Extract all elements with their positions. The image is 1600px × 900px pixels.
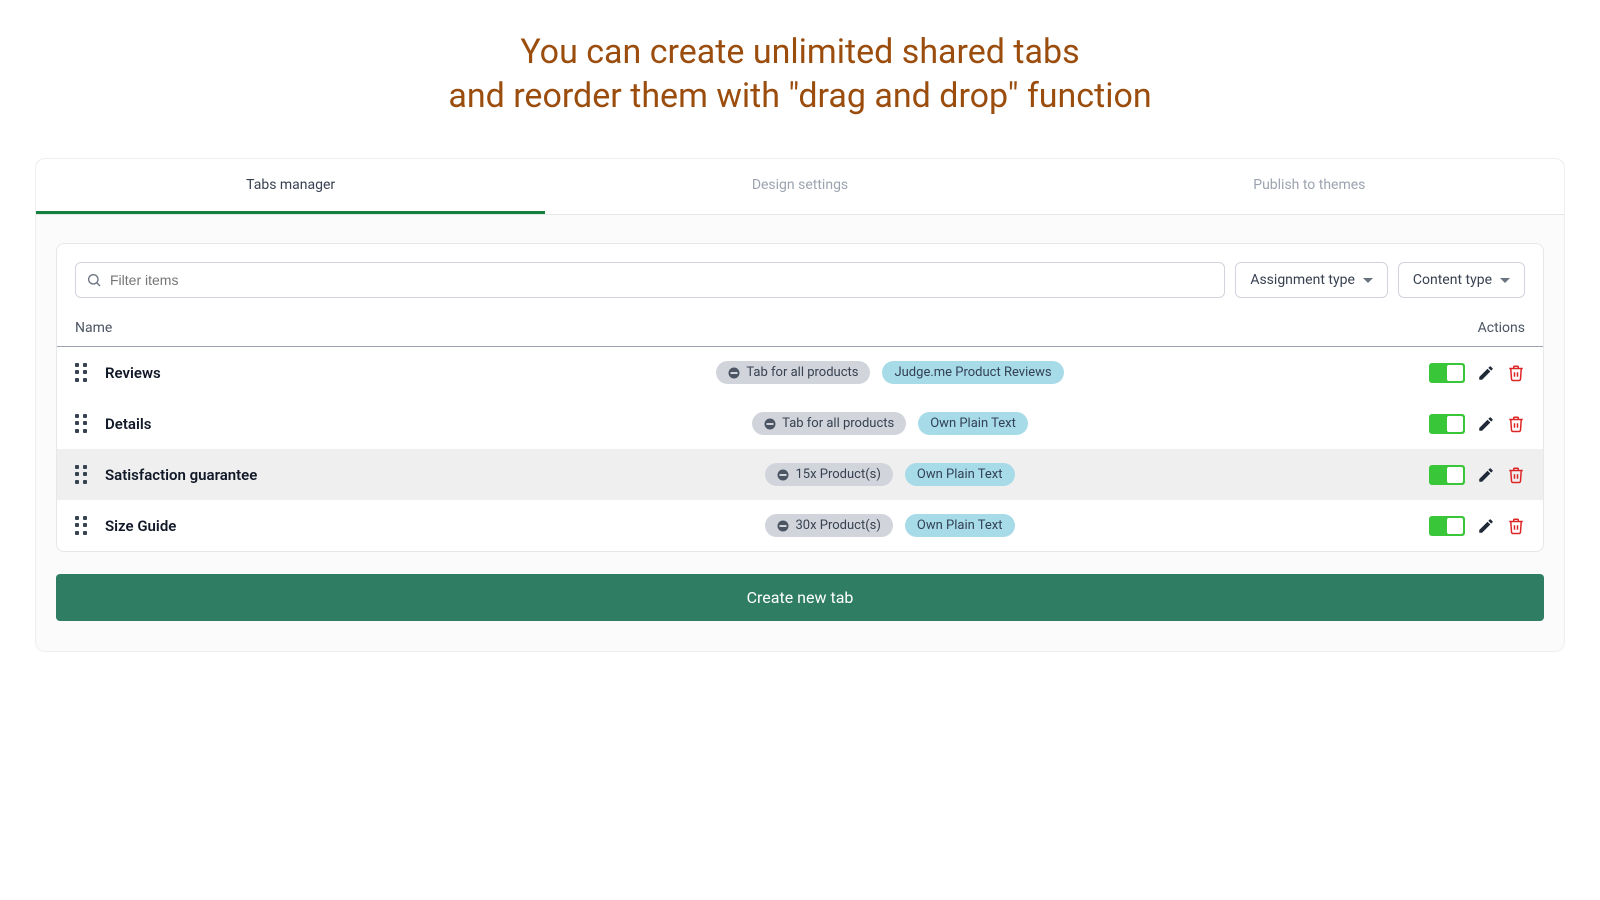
content-type-label: Content type [1413, 272, 1492, 288]
table-row: Satisfaction guarantee 15x Product(s) Ow… [57, 449, 1543, 500]
controls-row: Assignment type Content type [57, 244, 1543, 298]
caret-down-icon [1500, 278, 1510, 283]
table-row: Reviews Tab for all products Judge.me Pr… [57, 347, 1543, 398]
content-label: Judge.me Product Reviews [894, 365, 1051, 380]
pencil-icon [1477, 466, 1495, 484]
col-actions: Actions [1478, 320, 1525, 336]
row-name: Size Guide [105, 517, 365, 535]
assignment-type-dropdown[interactable]: Assignment type [1235, 262, 1388, 298]
tabbar: Tabs manager Design settings Publish to … [36, 159, 1564, 215]
row-actions [1415, 465, 1525, 485]
row-actions [1415, 414, 1525, 434]
drag-handle-icon[interactable] [75, 516, 89, 536]
content-pill: Own Plain Text [918, 412, 1028, 435]
pencil-icon [1477, 415, 1495, 433]
edit-button[interactable] [1477, 415, 1495, 433]
create-new-tab-button[interactable]: Create new tab [56, 574, 1544, 621]
tab-publish-to-themes[interactable]: Publish to themes [1055, 159, 1564, 214]
app-panel: Tabs manager Design settings Publish to … [35, 158, 1565, 652]
heading-line-1: You can create unlimited shared tabs [520, 32, 1079, 72]
content-pill: Judge.me Product Reviews [882, 361, 1063, 384]
row-tags: Tab for all products Judge.me Product Re… [381, 361, 1399, 384]
caret-down-icon [1363, 278, 1373, 283]
delete-button[interactable] [1507, 517, 1525, 535]
row-name: Satisfaction guarantee [105, 466, 365, 484]
row-tags: 15x Product(s) Own Plain Text [381, 463, 1399, 486]
trash-icon [1507, 466, 1525, 484]
assignment-label: 15x Product(s) [795, 467, 880, 482]
content-card: Assignment type Content type Name Action… [56, 243, 1544, 552]
assignment-label: Tab for all products [746, 365, 858, 380]
do-not-enter-icon [764, 418, 776, 430]
delete-button[interactable] [1507, 466, 1525, 484]
content-pill: Own Plain Text [905, 514, 1015, 537]
enable-toggle[interactable] [1429, 363, 1465, 383]
assignment-label: 30x Product(s) [795, 518, 880, 533]
assignment-type-label: Assignment type [1250, 272, 1355, 288]
pencil-icon [1477, 517, 1495, 535]
tab-tabs-manager[interactable]: Tabs manager [36, 159, 545, 214]
trash-icon [1507, 415, 1525, 433]
edit-button[interactable] [1477, 517, 1495, 535]
content-type-dropdown[interactable]: Content type [1398, 262, 1525, 298]
search-icon [86, 272, 102, 288]
row-name: Reviews [105, 364, 365, 382]
delete-button[interactable] [1507, 415, 1525, 433]
trash-icon [1507, 364, 1525, 382]
content-pill: Own Plain Text [905, 463, 1015, 486]
row-actions [1415, 516, 1525, 536]
assignment-pill: 15x Product(s) [765, 463, 892, 486]
enable-toggle[interactable] [1429, 465, 1465, 485]
do-not-enter-icon [777, 520, 789, 532]
page-heading: You can create unlimited shared tabs and… [0, 0, 1600, 158]
content-label: Own Plain Text [930, 416, 1016, 431]
table-row: Details Tab for all products Own Plain T… [57, 398, 1543, 449]
search-box[interactable] [75, 262, 1225, 298]
col-name: Name [75, 320, 112, 336]
trash-icon [1507, 517, 1525, 535]
table-header: Name Actions [57, 298, 1543, 347]
do-not-enter-icon [728, 367, 740, 379]
edit-button[interactable] [1477, 466, 1495, 484]
drag-handle-icon[interactable] [75, 465, 89, 485]
row-actions [1415, 363, 1525, 383]
edit-button[interactable] [1477, 364, 1495, 382]
table-row: Size Guide 30x Product(s) Own Plain Text [57, 500, 1543, 551]
heading-line-2: and reorder them with "drag and drop" fu… [448, 76, 1151, 116]
content-label: Own Plain Text [917, 467, 1003, 482]
drag-handle-icon[interactable] [75, 363, 89, 383]
do-not-enter-icon [777, 469, 789, 481]
enable-toggle[interactable] [1429, 516, 1465, 536]
search-input[interactable] [110, 272, 1214, 288]
row-tags: Tab for all products Own Plain Text [381, 412, 1399, 435]
assignment-pill: Tab for all products [752, 412, 906, 435]
drag-handle-icon[interactable] [75, 414, 89, 434]
row-name: Details [105, 415, 365, 433]
delete-button[interactable] [1507, 364, 1525, 382]
assignment-pill: 30x Product(s) [765, 514, 892, 537]
rows-list: Reviews Tab for all products Judge.me Pr… [57, 347, 1543, 551]
assignment-label: Tab for all products [782, 416, 894, 431]
row-tags: 30x Product(s) Own Plain Text [381, 514, 1399, 537]
content-label: Own Plain Text [917, 518, 1003, 533]
assignment-pill: Tab for all products [716, 361, 870, 384]
tab-design-settings[interactable]: Design settings [545, 159, 1054, 214]
pencil-icon [1477, 364, 1495, 382]
enable-toggle[interactable] [1429, 414, 1465, 434]
